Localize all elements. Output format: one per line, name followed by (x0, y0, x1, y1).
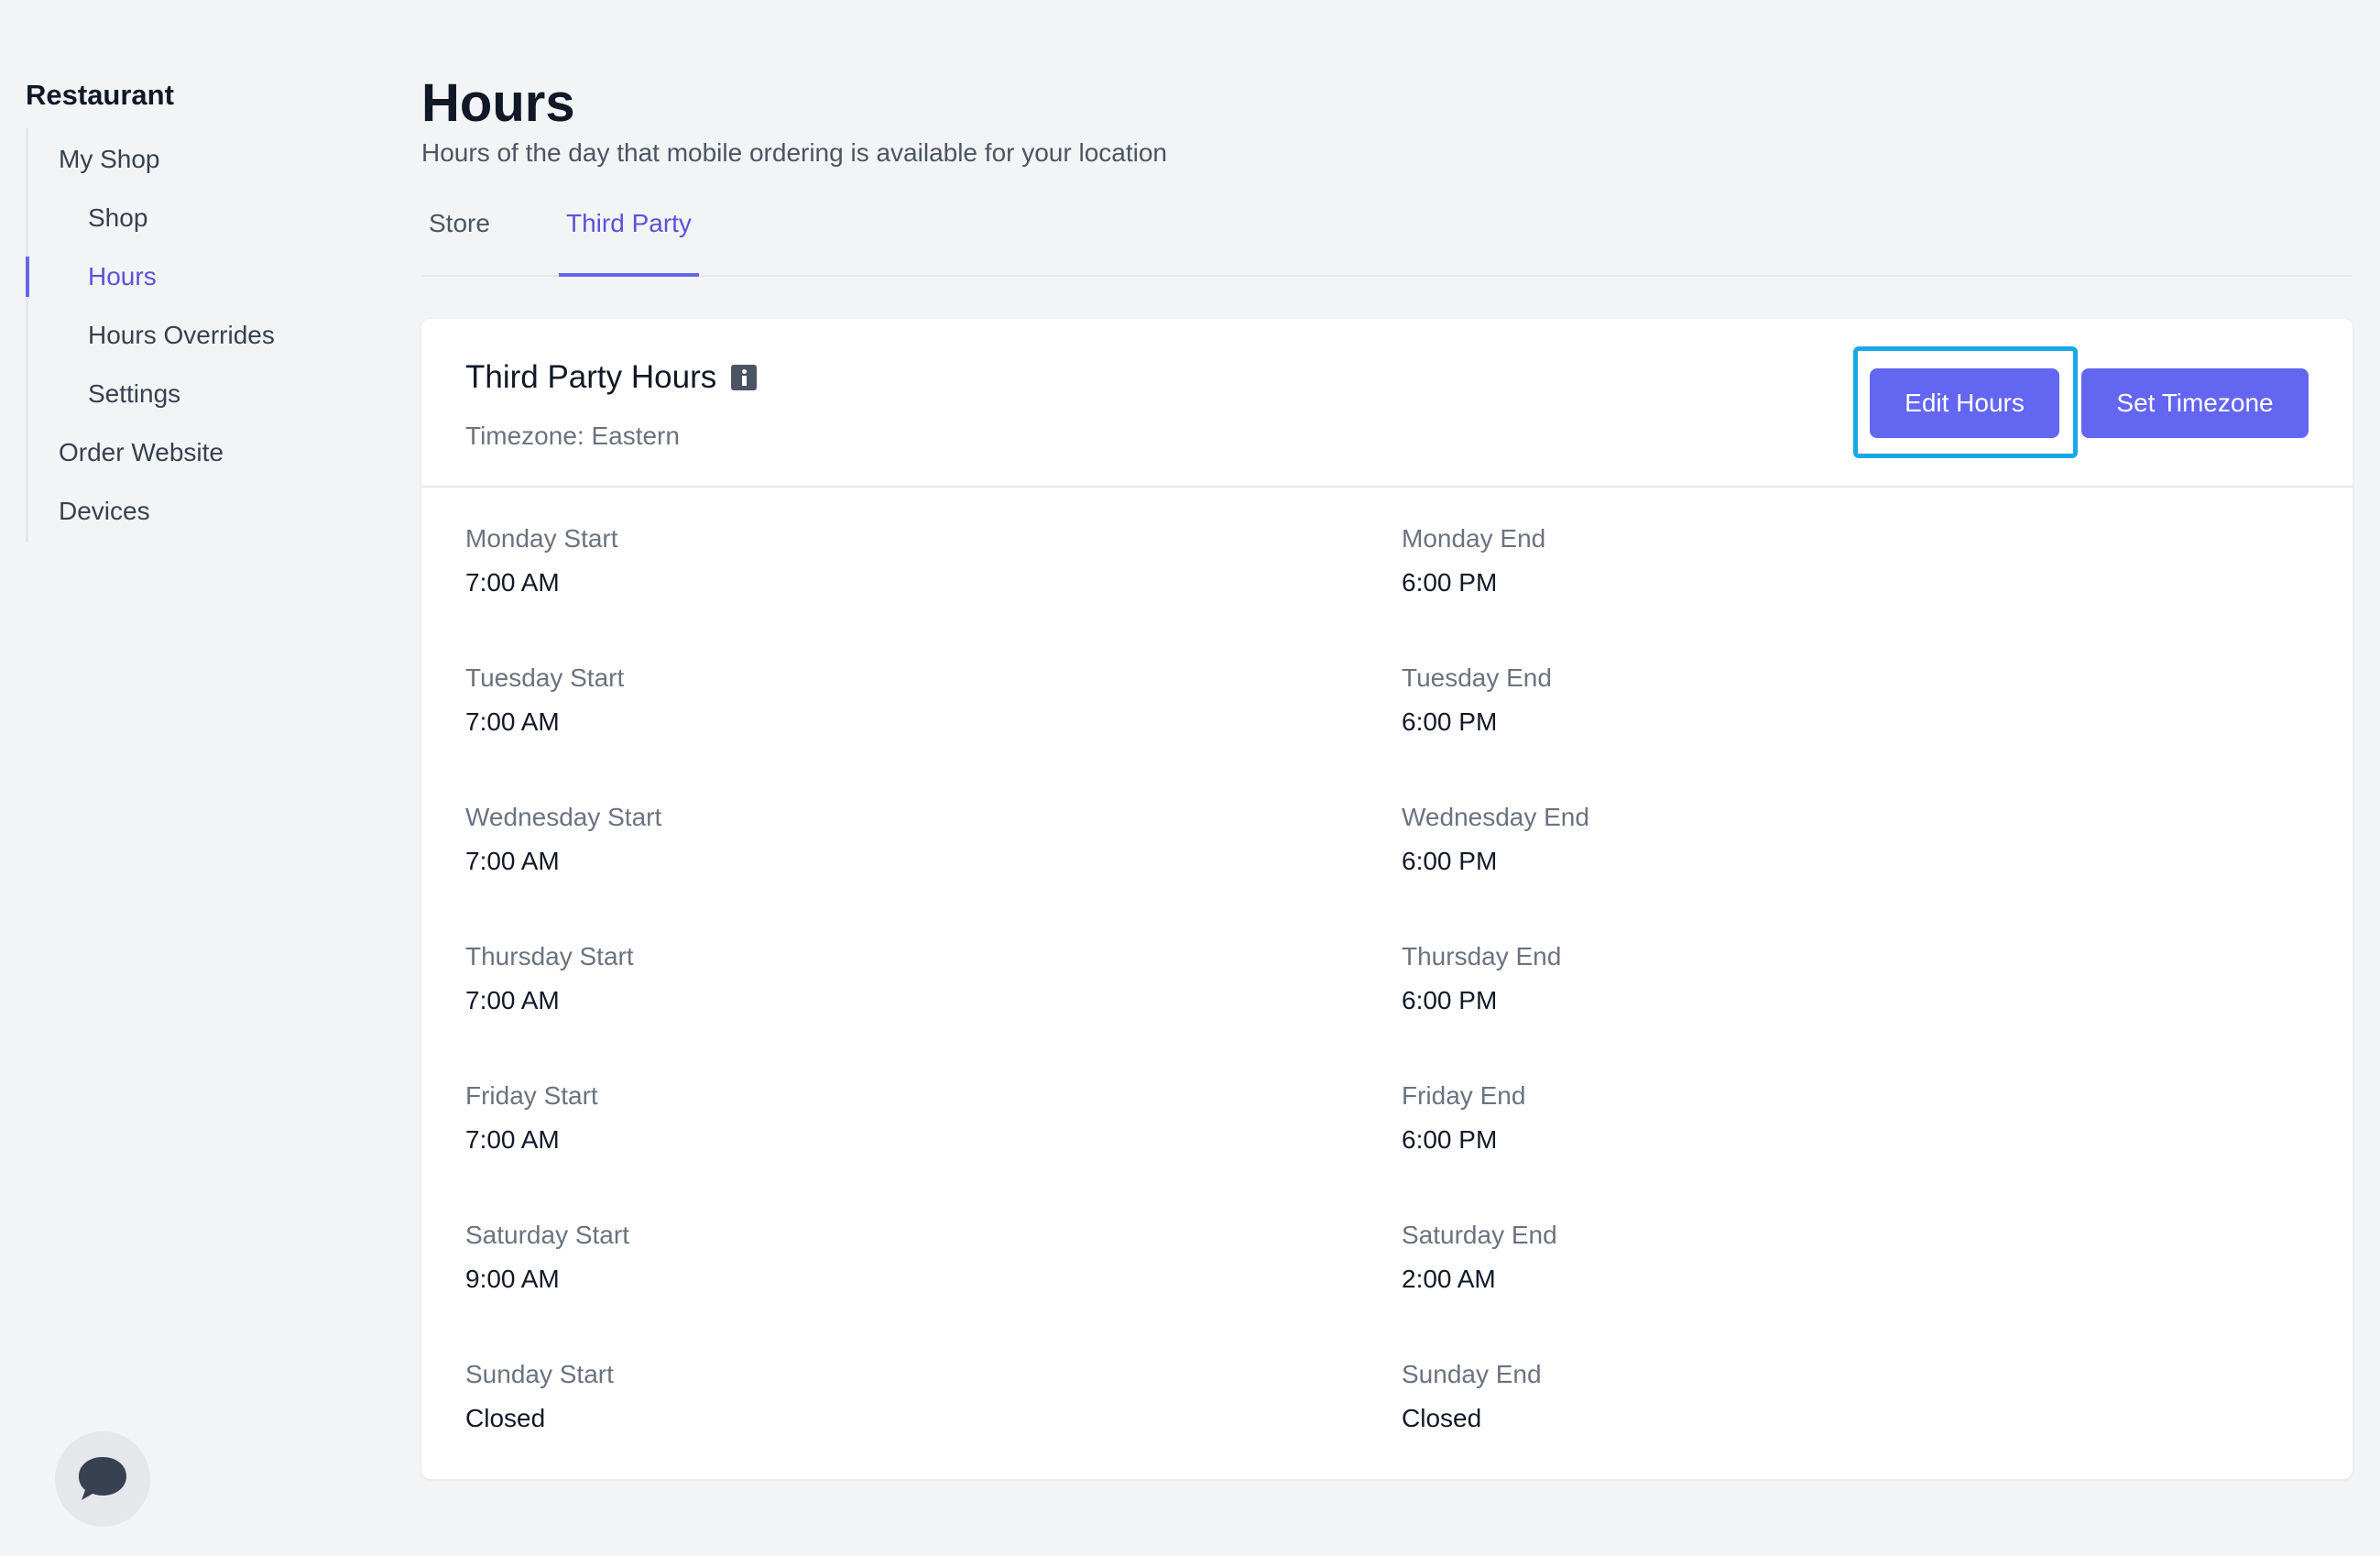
hour-cell-end: Tuesday End 6:00 PM (1402, 660, 1552, 740)
hour-label: Sunday Start (465, 1360, 614, 1388)
tab-store[interactable]: Store (421, 196, 497, 277)
hour-label: Sunday End (1402, 1360, 1542, 1388)
hour-value: 6:00 PM (1402, 1125, 1498, 1154)
chat-bubble-icon (79, 1457, 126, 1500)
hour-value: 6:00 PM (1402, 986, 1498, 1014)
hours-row-saturday: Saturday Start 9:00 AM Saturday End 2:00… (465, 1217, 2309, 1356)
hours-row-wednesday: Wednesday Start 7:00 AM Wednesday End 6:… (465, 799, 2309, 938)
chat-button[interactable] (55, 1431, 150, 1527)
third-party-hours-card: Third Party Hours Timezone: Eastern Edit… (421, 319, 2353, 1479)
page-subtitle: Hours of the day that mobile ordering is… (421, 138, 1167, 167)
hours-row-thursday: Thursday Start 7:00 AM Thursday End 6:00… (465, 938, 2309, 1078)
hour-label: Wednesday End (1402, 803, 1589, 831)
hours-grid: Monday Start 7:00 AM Monday End 6:00 PM … (465, 520, 2309, 1496)
hour-value: 7:00 AM (465, 1125, 560, 1154)
hour-label: Tuesday Start (465, 663, 625, 692)
hour-value: 7:00 AM (465, 707, 560, 736)
hour-value: Closed (1402, 1404, 1482, 1432)
sidebar-item-my-shop[interactable]: My Shop (28, 130, 374, 189)
hour-label: Saturday Start (465, 1221, 629, 1249)
set-timezone-button[interactable]: Set Timezone (2081, 368, 2309, 438)
card-header: Third Party Hours Timezone: Eastern Edit… (421, 319, 2353, 488)
hour-value: 7:00 AM (465, 847, 560, 875)
hour-cell-end: Wednesday End 6:00 PM (1402, 799, 1589, 880)
sidebar-item-hours-overrides[interactable]: Hours Overrides (28, 306, 374, 365)
page-title: Hours (421, 73, 575, 133)
hour-cell-end: Sunday End Closed (1402, 1356, 1542, 1437)
hour-label: Friday End (1402, 1081, 1526, 1110)
hour-label: Saturday End (1402, 1221, 1557, 1249)
sidebar-item-hours[interactable]: Hours (26, 247, 374, 306)
card-title-text: Third Party Hours (465, 359, 717, 395)
hours-row-tuesday: Tuesday Start 7:00 AM Tuesday End 6:00 P… (465, 660, 2309, 799)
hour-value: 6:00 PM (1402, 568, 1498, 597)
hours-row-friday: Friday Start 7:00 AM Friday End 6:00 PM (465, 1078, 2309, 1217)
hour-label: Friday Start (465, 1081, 598, 1110)
card-title: Third Party Hours (465, 357, 758, 398)
hour-value: 6:00 PM (1402, 707, 1498, 736)
tab-bar: Store Third Party (421, 196, 2353, 277)
hour-value: 7:00 AM (465, 568, 560, 597)
sidebar: Restaurant My Shop Shop Hours Hours Over… (26, 75, 374, 542)
tab-third-party[interactable]: Third Party (559, 196, 699, 277)
hour-value: 6:00 PM (1402, 847, 1498, 875)
hours-row-monday: Monday Start 7:00 AM Monday End 6:00 PM (465, 520, 2309, 660)
hour-cell-start: Tuesday Start 7:00 AM (465, 660, 624, 740)
hour-label: Thursday End (1402, 942, 1562, 970)
hour-value: 2:00 AM (1402, 1265, 1496, 1293)
sidebar-item-settings[interactable]: Settings (28, 365, 374, 423)
hour-cell-start: Saturday Start 9:00 AM (465, 1217, 629, 1298)
hour-cell-start: Thursday Start 7:00 AM (465, 938, 634, 1019)
sidebar-title: Restaurant (26, 79, 174, 111)
sidebar-nav: My Shop Shop Hours Hours Overrides Setti… (26, 128, 374, 542)
sidebar-item-order-website[interactable]: Order Website (28, 423, 374, 482)
page: Restaurant My Shop Shop Hours Hours Over… (0, 0, 2380, 1556)
edit-hours-button[interactable]: Edit Hours (1870, 368, 2059, 438)
hour-cell-end: Monday End 6:00 PM (1402, 520, 1545, 601)
sidebar-item-shop[interactable]: Shop (28, 189, 374, 247)
hour-value: 9:00 AM (465, 1265, 560, 1293)
hour-cell-start: Monday Start 7:00 AM (465, 520, 618, 601)
hour-cell-end: Saturday End 2:00 AM (1402, 1217, 1557, 1298)
timezone-text: Timezone: Eastern (465, 422, 680, 450)
hour-cell-start: Friday Start 7:00 AM (465, 1078, 598, 1158)
hour-cell-start: Wednesday Start 7:00 AM (465, 799, 661, 880)
hour-label: Tuesday End (1402, 663, 1552, 692)
hour-cell-end: Friday End 6:00 PM (1402, 1078, 1525, 1158)
hour-label: Monday End (1402, 524, 1546, 553)
hour-cell-end: Thursday End 6:00 PM (1402, 938, 1561, 1019)
hour-cell-start: Sunday Start Closed (465, 1356, 614, 1437)
main-content: Hours Hours of the day that mobile order… (421, 73, 2353, 277)
sidebar-item-devices[interactable]: Devices (28, 482, 374, 541)
hour-label: Thursday Start (465, 942, 634, 970)
hour-label: Monday Start (465, 524, 618, 553)
hour-value: 7:00 AM (465, 986, 560, 1014)
hours-row-sunday: Sunday Start Closed Sunday End Closed (465, 1356, 2309, 1496)
hour-label: Wednesday Start (465, 803, 662, 831)
info-icon[interactable] (731, 365, 758, 390)
hour-value: Closed (465, 1404, 546, 1432)
